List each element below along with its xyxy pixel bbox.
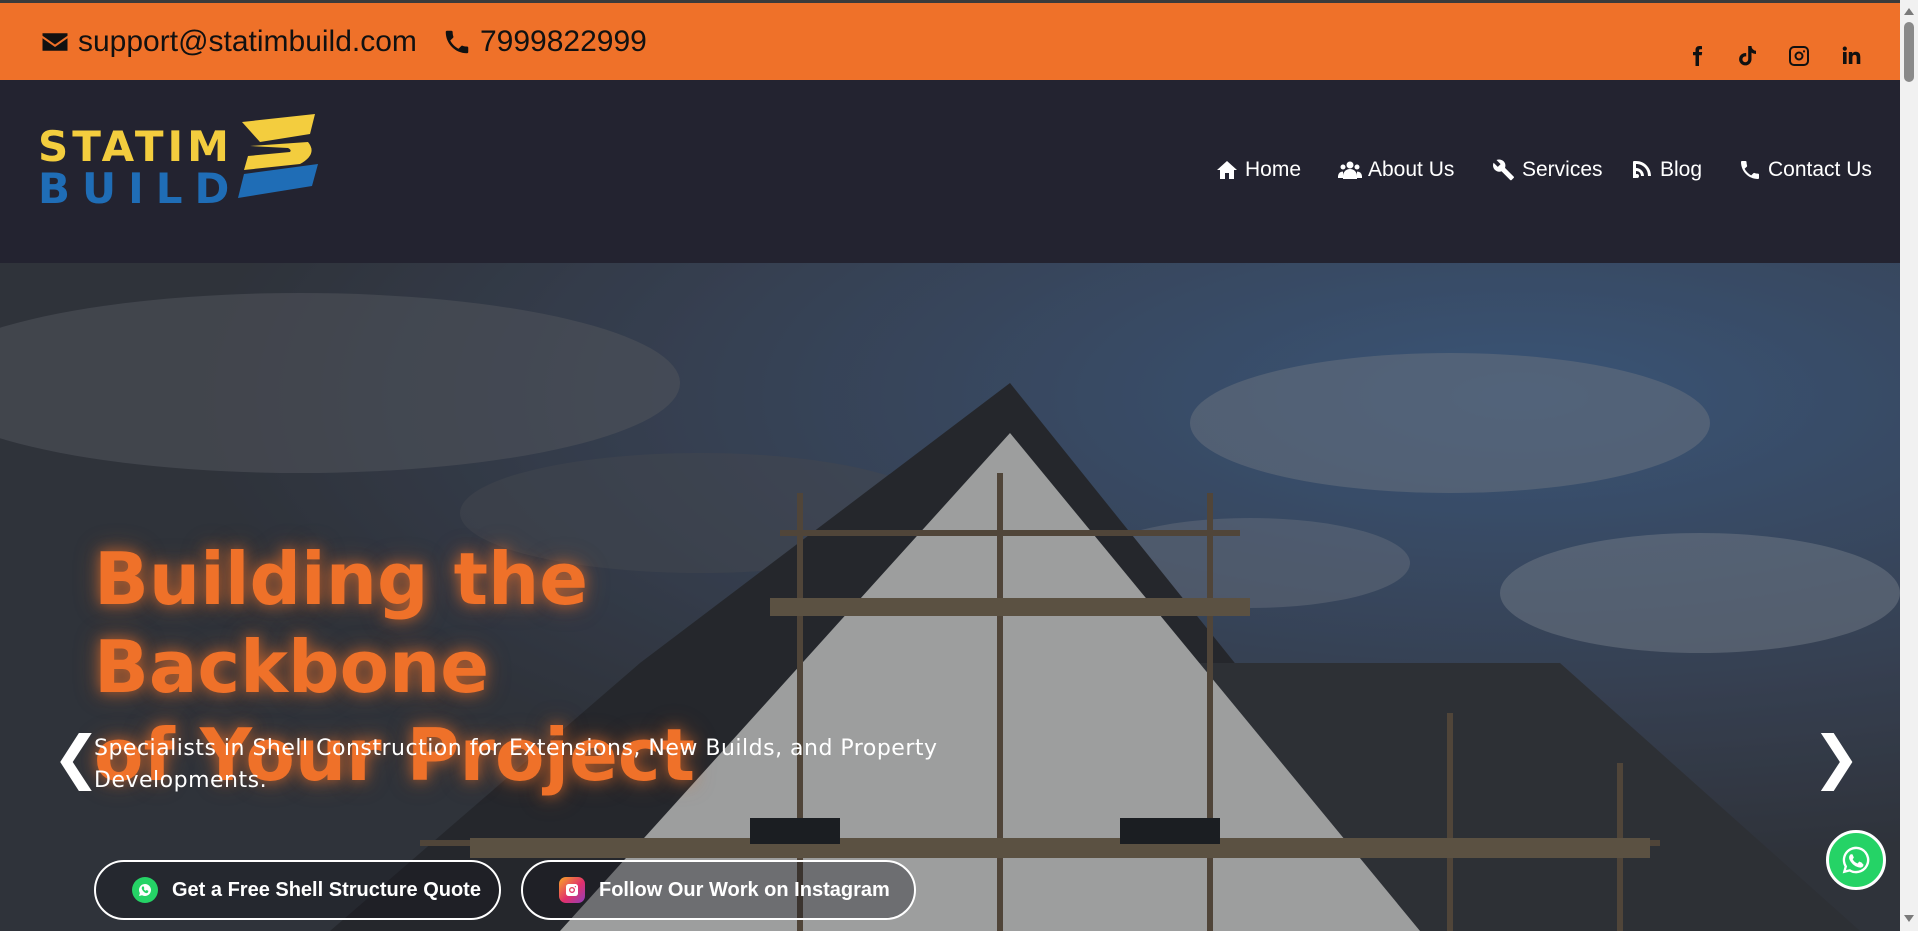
slider-next-arrow[interactable]: ❯ (1812, 723, 1861, 791)
contact-phone-text: 7999822999 (480, 25, 647, 58)
nav-blog-label: Blog (1660, 158, 1703, 181)
contact-email[interactable]: support@statimbuild.com (40, 25, 417, 59)
phone-icon (1741, 161, 1759, 179)
scroll-up-arrow-icon[interactable] (1904, 8, 1914, 15)
contact-phone[interactable]: 7999822999 (442, 25, 647, 59)
phone-icon (445, 30, 469, 54)
home-icon (1217, 161, 1237, 179)
scrollbar-thumb[interactable] (1904, 22, 1914, 82)
tools-icon (1493, 159, 1514, 181)
nav-contact-us[interactable]: Contact Us (1738, 158, 1872, 182)
nav-home-label: Home (1245, 158, 1302, 181)
follow-instagram-button-label: Follow Our Work on Instagram (599, 878, 890, 901)
hero-title-line1: Building the Backbone (94, 537, 589, 709)
nav-home[interactable]: Home (1215, 158, 1301, 182)
nav-services[interactable]: Services (1492, 158, 1603, 182)
page: support@statimbuild.com 7999822999 STATI… (0, 0, 1918, 931)
free-quote-button[interactable]: Get a Free Shell Structure Quote (94, 860, 501, 920)
free-quote-button-label: Get a Free Shell Structure Quote (172, 878, 481, 901)
follow-instagram-button[interactable]: Follow Our Work on Instagram (521, 860, 916, 920)
scroll-down-arrow-icon[interactable] (1904, 915, 1914, 922)
top-contact-bar: support@statimbuild.com 7999822999 (0, 0, 1900, 80)
page-scrollbar[interactable] (1900, 0, 1918, 931)
whatsapp-float-button[interactable] (1826, 830, 1886, 890)
envelope-icon (42, 33, 68, 51)
instagram-icon (559, 877, 585, 903)
nav-blog[interactable]: Blog (1630, 158, 1702, 182)
logo-word-build: BUILD (38, 164, 242, 213)
users-icon (1338, 161, 1362, 179)
slider-prev-arrow[interactable]: ❮ (52, 723, 101, 791)
nav-about-us[interactable]: About Us (1338, 158, 1454, 182)
nav-services-label: Services (1522, 158, 1603, 181)
linkedin-icon[interactable] (1836, 41, 1866, 71)
instagram-icon[interactable] (1784, 41, 1814, 71)
whatsapp-icon (132, 877, 158, 903)
nav-contact-us-label: Contact Us (1768, 158, 1872, 181)
logo-s-mark-icon (238, 114, 318, 198)
contact-email-text: support@statimbuild.com (78, 25, 417, 58)
facebook-icon[interactable] (1682, 41, 1712, 71)
whatsapp-icon (1842, 846, 1870, 874)
hero-subtitle: Specialists in Shell Construction for Ex… (94, 736, 938, 793)
blog-icon (1633, 161, 1651, 178)
hero-slider: Building the Backbone of Your Project Sp… (0, 263, 1900, 931)
statim-build-logo[interactable]: STATIM BUILD (38, 112, 318, 213)
nav-about-us-label: About Us (1368, 158, 1455, 181)
tiktok-icon[interactable] (1732, 41, 1762, 71)
